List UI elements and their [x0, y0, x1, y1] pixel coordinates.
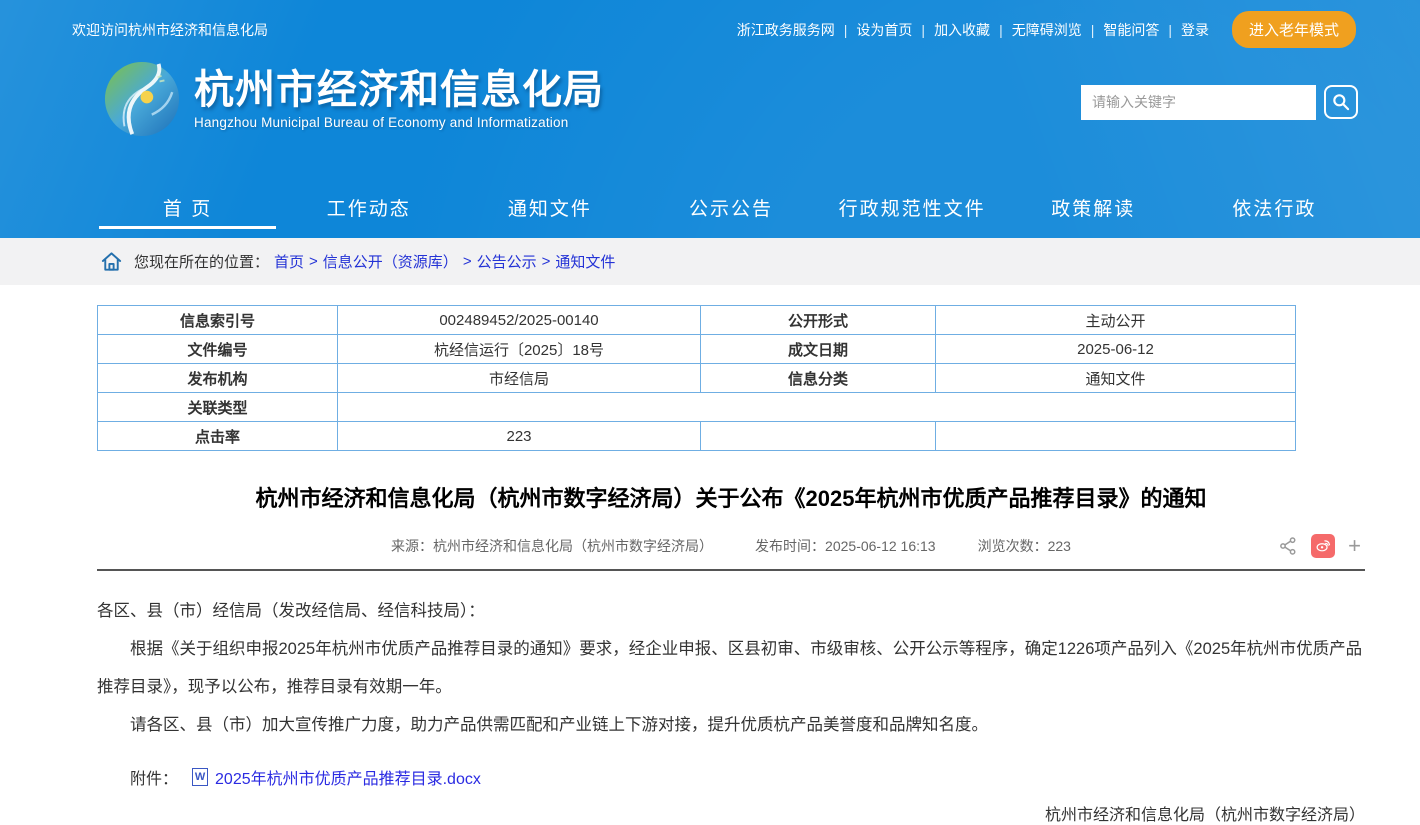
home-icon[interactable] — [100, 250, 123, 273]
info-index-label: 信息索引号 — [98, 306, 338, 335]
brand-bar: 杭州市经济和信息化局 Hangzhou Municipal Bureau of … — [0, 48, 1420, 138]
paragraph-salutation: 各区、县（市）经信局（发改经信局、经信科技局）： — [97, 592, 1365, 630]
disclosure-form-value: 主动公开 — [936, 306, 1296, 335]
site-name: 杭州市经济和信息化局 — [194, 68, 604, 112]
table-row: 发布机构 市经信局 信息分类 通知文件 — [98, 364, 1296, 393]
article-content: 信息索引号 002489452/2025-00140 公开形式 主动公开 文件编… — [97, 305, 1365, 825]
main-navigation: 首 页 工作动态 通知文件 公示公告 行政规范性文件 政策解读 依法行政 — [97, 176, 1365, 238]
article-view-count: 浏览次数：223 — [978, 536, 1071, 556]
top-utility-bar: 欢迎访问杭州市经济和信息化局 浙江政务服务网 | 设为首页 | 加入收藏 | 无… — [0, 0, 1420, 48]
article-publish-time: 发布时间：2025-06-12 16:13 — [755, 536, 936, 556]
site-name-english: Hangzhou Municipal Bureau of Economy and… — [194, 115, 604, 130]
disclosure-form-label: 公开形式 — [701, 306, 936, 335]
site-title-block: 杭州市经济和信息化局 Hangzhou Municipal Bureau of … — [194, 68, 604, 130]
breadcrumb-info-disclosure[interactable]: 信息公开（资源库） — [323, 251, 458, 272]
breadcrumb-separator: > — [542, 253, 551, 270]
attachment-label: 附件： — [130, 765, 178, 789]
search-icon — [1331, 92, 1351, 112]
empty-cell — [936, 422, 1296, 451]
breadcrumb-announcements[interactable]: 公告公示 — [477, 251, 537, 272]
link-smart-qa[interactable]: 智能问答 — [1094, 20, 1168, 40]
weibo-share-icon[interactable] — [1311, 534, 1335, 558]
breadcrumb: 您现在所在的位置： 首页 > 信息公开（资源库） > 公告公示 > 通知文件 — [0, 238, 1420, 285]
link-zhejiang-gov-service[interactable]: 浙江政务服务网 — [728, 20, 844, 40]
nav-item-public-announcements[interactable]: 公示公告 — [640, 176, 821, 238]
table-row: 信息索引号 002489452/2025-00140 公开形式 主动公开 — [98, 306, 1296, 335]
breadcrumb-home[interactable]: 首页 — [274, 251, 304, 272]
article-meta: 来源：杭州市经济和信息化局（杭州市数字经济局） 发布时间：2025-06-12 … — [97, 532, 1365, 560]
breadcrumb-separator: > — [463, 253, 472, 270]
click-rate-label: 点击率 — [98, 422, 338, 451]
nav-item-notice-documents[interactable]: 通知文件 — [459, 176, 640, 238]
share-icon[interactable] — [1278, 536, 1298, 556]
link-accessibility[interactable]: 无障碍浏览 — [1003, 20, 1091, 40]
empty-cell — [701, 422, 936, 451]
nav-item-work-news[interactable]: 工作动态 — [278, 176, 459, 238]
bureau-logo[interactable] — [103, 60, 181, 138]
issue-date-label: 成文日期 — [701, 335, 936, 364]
search-button[interactable] — [1324, 85, 1358, 119]
site-header: 欢迎访问杭州市经济和信息化局 浙江政务服务网 | 设为首页 | 加入收藏 | 无… — [0, 0, 1420, 238]
top-utility-links: 浙江政务服务网 | 设为首页 | 加入收藏 | 无障碍浏览 | 智能问答 | 登… — [728, 11, 1356, 48]
table-row: 文件编号 杭经信运行〔2025〕18号 成文日期 2025-06-12 — [98, 335, 1296, 364]
welcome-text: 欢迎访问杭州市经济和信息化局 — [72, 20, 268, 40]
word-document-icon: W — [192, 768, 208, 786]
link-add-favorite[interactable]: 加入收藏 — [925, 20, 999, 40]
attachment-row: 附件： W 2025年杭州市优质产品推荐目录.docx — [97, 765, 1365, 789]
info-category-value: 通知文件 — [936, 364, 1296, 393]
related-type-value — [338, 393, 1296, 422]
article-title: 杭州市经济和信息化局（杭州市数字经济局）关于公布《2025年杭州市优质产品推荐目… — [97, 484, 1365, 515]
breadcrumb-separator: > — [309, 253, 318, 270]
nav-item-administrative-normative-documents[interactable]: 行政规范性文件 — [822, 176, 1003, 238]
document-number-value: 杭经信运行〔2025〕18号 — [338, 335, 701, 364]
breadcrumb-label: 您现在所在的位置： — [134, 251, 269, 272]
nav-item-policy-interpretation[interactable]: 政策解读 — [1003, 176, 1184, 238]
paragraph-main: 根据《关于组织申报2025年杭州市优质产品推荐目录的通知》要求，经企业申报、区县… — [97, 630, 1365, 706]
nav-item-home[interactable]: 首 页 — [97, 176, 278, 238]
issuing-agency-label: 发布机构 — [98, 364, 338, 393]
link-set-homepage[interactable]: 设为首页 — [847, 20, 921, 40]
elder-mode-button[interactable]: 进入老年模式 — [1232, 11, 1356, 48]
article-signature: 杭州市经济和信息化局（杭州市数字经济局） — [97, 801, 1365, 825]
nav-item-law-based-administration[interactable]: 依法行政 — [1184, 176, 1365, 238]
article-body: 各区、县（市）经信局（发改经信局、经信科技局）： 根据《关于组织申报2025年杭… — [97, 592, 1365, 744]
related-type-label: 关联类型 — [98, 393, 338, 422]
issue-date-value: 2025-06-12 — [936, 335, 1296, 364]
link-login[interactable]: 登录 — [1172, 20, 1218, 40]
site-search — [1081, 85, 1358, 120]
meta-divider — [97, 569, 1365, 571]
table-row: 点击率 223 — [98, 422, 1296, 451]
share-toolbar: + — [1278, 532, 1361, 560]
more-share-icon[interactable]: + — [1348, 535, 1361, 557]
document-number-label: 文件编号 — [98, 335, 338, 364]
search-input[interactable] — [1081, 85, 1316, 120]
issuing-agency-value: 市经信局 — [338, 364, 701, 393]
table-row: 关联类型 — [98, 393, 1296, 422]
click-rate-value: 223 — [338, 422, 701, 451]
attachment-link[interactable]: 2025年杭州市优质产品推荐目录.docx — [215, 765, 481, 789]
breadcrumb-notice-documents[interactable]: 通知文件 — [555, 251, 615, 272]
document-info-table: 信息索引号 002489452/2025-00140 公开形式 主动公开 文件编… — [97, 305, 1296, 451]
info-category-label: 信息分类 — [701, 364, 936, 393]
article-source: 来源：杭州市经济和信息化局（杭州市数字经济局） — [391, 536, 713, 556]
paragraph-closing: 请各区、县（市）加大宣传推广力度，助力产品供需匹配和产业链上下游对接，提升优质杭… — [97, 706, 1365, 744]
info-index-value: 002489452/2025-00140 — [338, 306, 701, 335]
